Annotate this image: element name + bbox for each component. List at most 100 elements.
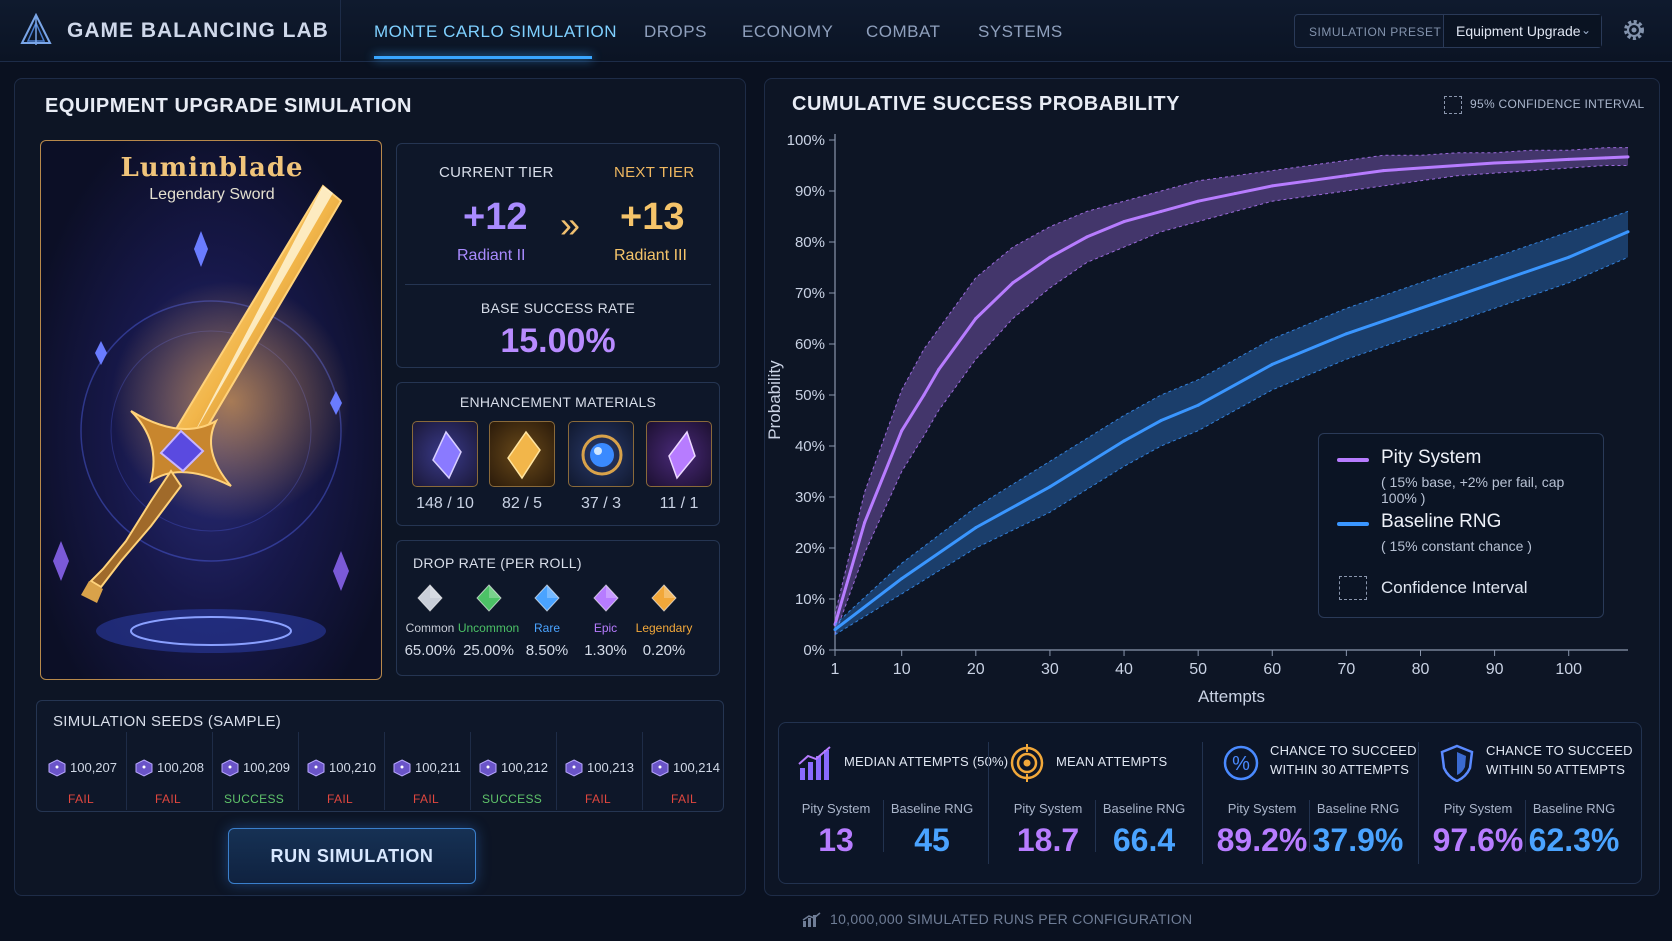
pity-system-point xyxy=(1493,161,1497,165)
dice-icon xyxy=(565,759,583,777)
seed-id: 100,212 xyxy=(501,760,548,775)
pity-legend-name: Pity System xyxy=(1381,447,1482,468)
pity-legend-swatch xyxy=(1337,458,1369,462)
x-tick-label: 100 xyxy=(1555,661,1582,678)
stat-title: MEAN ATTEMPTS xyxy=(1056,754,1168,769)
pity-system-point xyxy=(1122,220,1126,224)
pity-system-point xyxy=(1344,174,1348,178)
stat-baseline-label: Baseline RNG xyxy=(890,801,974,816)
x-tick-label: 80 xyxy=(1412,661,1430,678)
baseline-legend-swatch xyxy=(1337,522,1369,526)
pity-system-point xyxy=(1233,192,1237,196)
baseline-rng-point xyxy=(1270,362,1274,366)
x-tick-label: 70 xyxy=(1337,661,1355,678)
baseline-rng-point xyxy=(1626,230,1630,234)
y-tick-label: 30% xyxy=(795,489,825,506)
seed-cell: 100,212 SUCCESS xyxy=(470,732,552,810)
baseline-rng-point xyxy=(1493,281,1497,285)
y-tick-label: 60% xyxy=(795,336,825,353)
seed-result: FAIL xyxy=(327,792,353,806)
seed-result: FAIL xyxy=(413,792,439,806)
stat-title: MEDIAN ATTEMPTS (50%) xyxy=(844,754,1009,769)
run-simulation-button[interactable]: RUN SIMULATION xyxy=(228,828,476,884)
y-tick-label: 40% xyxy=(795,438,825,455)
y-tick-label: 90% xyxy=(795,183,825,200)
y-tick-label: 100% xyxy=(787,132,825,149)
pity-system-point xyxy=(922,393,926,397)
bar-chart-icon xyxy=(798,746,831,780)
seed-result: SUCCESS xyxy=(481,792,543,806)
x-tick-label: 1 xyxy=(831,661,840,678)
pity-system-point xyxy=(900,429,904,433)
stat-pity-value: 18.7 xyxy=(1016,822,1080,858)
stat-baseline-value: 62.3% xyxy=(1528,822,1620,858)
stat-pity-value: 13 xyxy=(818,822,854,858)
stat-baseline-value: 37.9% xyxy=(1312,822,1404,858)
stat-pity-label: Pity System xyxy=(1443,801,1513,816)
pity-system-point xyxy=(1085,235,1089,239)
seed-id: 100,214 xyxy=(673,760,720,775)
dice-icon xyxy=(307,759,325,777)
pity-system-point xyxy=(974,317,978,320)
x-tick-label: 10 xyxy=(893,661,911,678)
chart-legend: Pity System ( 15% base, +2% per fail, ca… xyxy=(1318,433,1604,618)
dice-icon xyxy=(48,759,66,777)
bar-chart-icon xyxy=(802,912,821,928)
pity-system-point xyxy=(1159,209,1163,213)
target-icon xyxy=(1010,744,1044,782)
stat-baseline-label: Baseline RNG xyxy=(1316,801,1400,816)
baseline-rng-point xyxy=(1159,419,1163,422)
ci-legend-name: Confidence Interval xyxy=(1381,578,1528,597)
x-tick-label: 60 xyxy=(1263,661,1281,678)
seed-id: 100,207 xyxy=(70,760,117,775)
pity-system-point xyxy=(1418,166,1422,170)
y-tick-label: 20% xyxy=(795,540,825,557)
pity-system-point xyxy=(1381,169,1385,173)
stat-baseline-value: 66.4 xyxy=(1112,822,1176,858)
stat-title: CHANCE TO SUCCEED WITHIN 30 ATTEMPTS xyxy=(1270,743,1417,777)
pity-system-point xyxy=(937,368,941,371)
shield-icon xyxy=(1440,744,1474,782)
stat-pity-label: Pity System xyxy=(1013,801,1083,816)
seed-cell: 100,213 FAIL xyxy=(556,732,638,810)
stat-baseline-label: Baseline RNG xyxy=(1532,801,1616,816)
stat-divider xyxy=(1418,742,1419,864)
y-tick-label: 10% xyxy=(795,591,825,608)
seed-cell: 100,211 FAIL xyxy=(384,732,466,810)
ci-legend-swatch xyxy=(1339,576,1367,600)
seed-id: 100,210 xyxy=(329,760,376,775)
dice-icon xyxy=(393,759,411,777)
dice-icon xyxy=(479,759,497,777)
stat-pity-value: 89.2% xyxy=(1216,822,1308,858)
baseline-rng-point xyxy=(833,628,837,632)
pity-system-point xyxy=(1196,199,1200,203)
seed-id: 100,213 xyxy=(587,760,634,775)
baseline-rng-point xyxy=(1122,439,1126,443)
stat-divider xyxy=(988,742,989,864)
baseline-legend-name: Baseline RNG xyxy=(1381,511,1502,532)
seed-result: FAIL xyxy=(155,792,181,806)
pity-system-point xyxy=(1307,179,1311,183)
footer-text: 10,000,000 SIMULATED RUNS PER CONFIGURAT… xyxy=(830,911,1193,927)
y-tick-label: 50% xyxy=(795,387,825,404)
baseline-rng-point xyxy=(1344,332,1348,336)
x-tick-label: 30 xyxy=(1041,661,1059,678)
y-tick-label: 0% xyxy=(803,642,825,659)
pity-system-point xyxy=(1011,281,1015,285)
stat-title: CHANCE TO SUCCEED WITHIN 50 ATTEMPTS xyxy=(1486,743,1633,777)
pity-system-point xyxy=(1530,159,1534,163)
x-tick-label: 20 xyxy=(967,661,985,678)
seed-id: 100,209 xyxy=(243,760,290,775)
baseline-rng-point xyxy=(900,577,904,581)
stat-baseline-label: Baseline RNG xyxy=(1102,801,1186,816)
svg-text:%: % xyxy=(1232,753,1250,775)
x-tick-label: 50 xyxy=(1189,661,1207,678)
dice-icon xyxy=(221,759,239,777)
seed-cell: 100,208 FAIL xyxy=(126,732,208,810)
y-axis-label: Probability xyxy=(765,360,784,440)
percent-icon: % xyxy=(1223,745,1259,781)
seed-result: FAIL xyxy=(585,792,611,806)
pity-system-point xyxy=(1626,155,1630,159)
seed-result: FAIL xyxy=(68,792,94,806)
dice-icon xyxy=(651,759,669,777)
